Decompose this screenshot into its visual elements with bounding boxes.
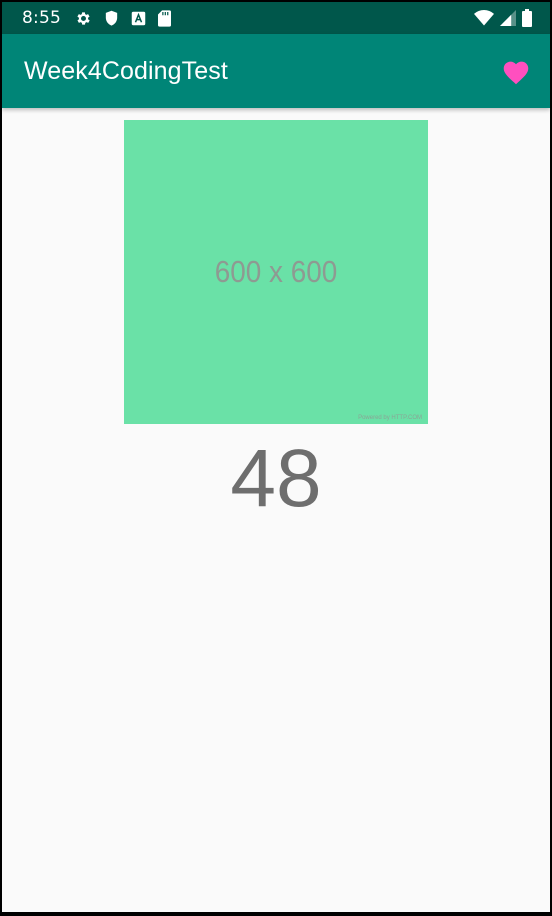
signal-icon [500, 10, 516, 26]
status-bar: 8:55 [2, 2, 550, 34]
favorite-button[interactable] [500, 55, 532, 87]
device-screen: 8:55 Week4CodingTest 600 x 600 Powered b… [2, 2, 550, 912]
app-bar: Week4CodingTest [2, 34, 550, 108]
battery-icon [522, 9, 532, 27]
gear-icon [75, 10, 92, 27]
image-size-label: 600 x 600 [214, 254, 338, 289]
image-credit: Powered by HTTP.COM [358, 415, 422, 421]
counter-value: 48 [230, 433, 322, 524]
app-title: Week4CodingTest [24, 56, 228, 85]
status-time: 8:55 [22, 8, 61, 28]
status-icons-left [75, 9, 171, 27]
font-a-icon [131, 11, 146, 26]
sd-card-icon [157, 9, 171, 27]
status-icons-right [474, 9, 532, 27]
shield-icon [104, 10, 119, 27]
placeholder-image: 600 x 600 Powered by HTTP.COM [124, 120, 428, 424]
heart-icon [501, 58, 531, 85]
wifi-icon [474, 10, 494, 26]
